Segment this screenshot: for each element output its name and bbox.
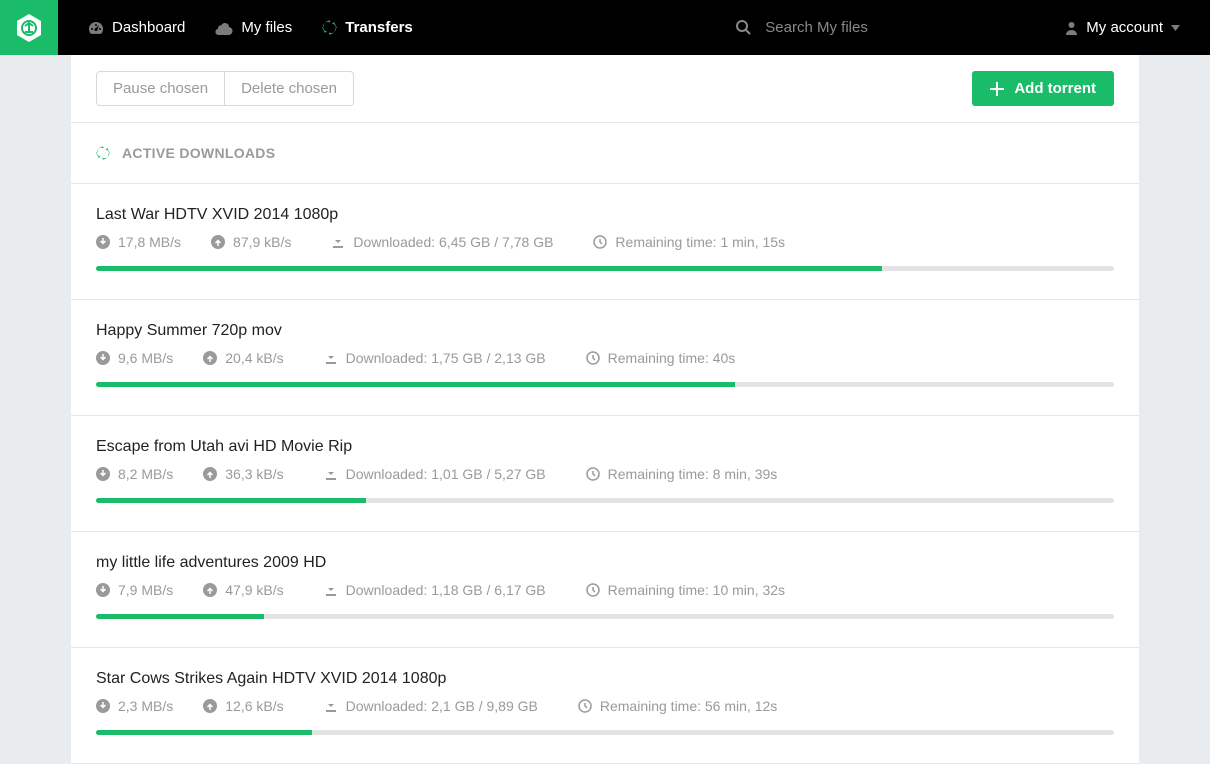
download-item[interactable]: Star Cows Strikes Again HDTV XVID 2014 1… — [71, 648, 1139, 764]
nav-transfers[interactable]: Transfers — [322, 19, 413, 36]
download-icon — [324, 699, 338, 713]
progress-track — [96, 730, 1114, 735]
download-title: Star Cows Strikes Again HDTV XVID 2014 1… — [96, 670, 1114, 688]
progress-track — [96, 498, 1114, 503]
section-title: ACTIVE DOWNLOADS — [122, 145, 275, 161]
downloaded-amount: Downloaded: 6,45 GB / 7,78 GB — [353, 234, 553, 250]
arrow-up-circle-icon — [203, 351, 217, 365]
search-input[interactable] — [765, 19, 985, 36]
arrow-up-circle-icon — [203, 699, 217, 713]
main-content: Pause chosen Delete chosen Add torrent A… — [71, 55, 1139, 764]
refresh-icon — [96, 146, 110, 160]
download-meta: 7,9 MB/s 47,9 kB/s Downloaded: 1,18 GB / 6… — [96, 582, 1114, 598]
download-speed: 9,6 MB/s — [118, 350, 173, 366]
add-torrent-button[interactable]: Add torrent — [972, 71, 1114, 106]
downloaded-amount: Downloaded: 1,18 GB / 6,17 GB — [346, 582, 546, 598]
remaining-time: Remaining time: 10 min, 32s — [608, 582, 785, 598]
downloaded-amount: Downloaded: 1,01 GB / 5,27 GB — [346, 466, 546, 482]
download-icon — [324, 467, 338, 481]
progress-track — [96, 614, 1114, 619]
download-meta: 2,3 MB/s 12,6 kB/s Downloaded: 2,1 GB / 9,… — [96, 698, 1114, 714]
arrow-down-circle-icon — [96, 235, 110, 249]
upload-speed: 20,4 kB/s — [225, 350, 283, 366]
download-title: my little life adventures 2009 HD — [96, 554, 1114, 572]
arrow-down-circle-icon — [96, 467, 110, 481]
arrow-down-circle-icon — [96, 351, 110, 365]
progress-bar — [96, 498, 366, 503]
upload-speed: 47,9 kB/s — [225, 582, 283, 598]
download-item[interactable]: Happy Summer 720p mov 9,6 MB/s 20,4 kB/s Do… — [71, 300, 1139, 416]
upload-speed: 36,3 kB/s — [225, 466, 283, 482]
download-meta: 8,2 MB/s 36,3 kB/s Downloaded: 1,01 GB / 5… — [96, 466, 1114, 482]
upload-speed: 12,6 kB/s — [225, 698, 283, 714]
download-item[interactable]: my little life adventures 2009 HD 7,9 MB/… — [71, 532, 1139, 648]
clock-icon — [586, 467, 600, 481]
my-account-label: My account — [1086, 19, 1163, 36]
download-speed: 7,9 MB/s — [118, 582, 173, 598]
download-title: Happy Summer 720p mov — [96, 322, 1114, 340]
top-navigation: Dashboard My files Transfers My account — [0, 0, 1210, 55]
section-active-downloads: ACTIVE DOWNLOADS — [71, 123, 1139, 184]
arrow-down-circle-icon — [96, 699, 110, 713]
download-title: Escape from Utah avi HD Movie Rip — [96, 438, 1114, 456]
arrow-down-circle-icon — [96, 583, 110, 597]
app-logo[interactable] — [0, 0, 58, 55]
user-icon — [1065, 21, 1078, 35]
remaining-time: Remaining time: 1 min, 15s — [615, 234, 785, 250]
dashboard-icon — [88, 20, 104, 36]
download-speed: 2,3 MB/s — [118, 698, 173, 714]
download-icon — [331, 235, 345, 249]
remaining-time: Remaining time: 56 min, 12s — [600, 698, 777, 714]
search-icon[interactable] — [736, 20, 751, 35]
delete-chosen-button[interactable]: Delete chosen — [225, 71, 354, 106]
add-torrent-label: Add torrent — [1014, 80, 1096, 97]
nav-my-files[interactable]: My files — [215, 19, 292, 36]
nav-transfers-label: Transfers — [345, 19, 413, 36]
nav-my-files-label: My files — [241, 19, 292, 36]
plus-icon — [990, 82, 1004, 96]
download-meta: 9,6 MB/s 20,4 kB/s Downloaded: 1,75 GB / 2… — [96, 350, 1114, 366]
progress-bar — [96, 266, 882, 271]
upload-speed: 87,9 kB/s — [233, 234, 291, 250]
download-icon — [324, 583, 338, 597]
nav-dashboard-label: Dashboard — [112, 19, 185, 36]
arrow-up-circle-icon — [203, 467, 217, 481]
clock-icon — [586, 351, 600, 365]
progress-bar — [96, 730, 312, 735]
download-speed: 17,8 MB/s — [118, 234, 181, 250]
toolbar: Pause chosen Delete chosen Add torrent — [71, 55, 1139, 123]
download-title: Last War HDTV XVID 2014 1080p — [96, 206, 1114, 224]
remaining-time: Remaining time: 40s — [608, 350, 736, 366]
pause-chosen-button[interactable]: Pause chosen — [96, 71, 225, 106]
progress-bar — [96, 382, 735, 387]
my-account[interactable]: My account — [1065, 19, 1180, 36]
progress-bar — [96, 614, 264, 619]
cloud-icon — [215, 21, 233, 35]
download-item[interactable]: Escape from Utah avi HD Movie Rip 8,2 MB/… — [71, 416, 1139, 532]
progress-track — [96, 266, 1114, 271]
download-item[interactable]: Last War HDTV XVID 2014 1080p 17,8 MB/s 87… — [71, 184, 1139, 300]
download-icon — [324, 351, 338, 365]
download-speed: 8,2 MB/s — [118, 466, 173, 482]
arrow-up-circle-icon — [211, 235, 225, 249]
download-meta: 17,8 MB/s 87,9 kB/s Downloaded: 6,45 GB / … — [96, 234, 1114, 250]
downloaded-amount: Downloaded: 1,75 GB / 2,13 GB — [346, 350, 546, 366]
arrow-up-circle-icon — [203, 583, 217, 597]
downloaded-amount: Downloaded: 2,1 GB / 9,89 GB — [346, 698, 538, 714]
refresh-icon — [322, 20, 337, 35]
nav-dashboard[interactable]: Dashboard — [88, 19, 185, 36]
caret-down-icon — [1171, 25, 1180, 31]
remaining-time: Remaining time: 8 min, 39s — [608, 466, 778, 482]
progress-track — [96, 382, 1114, 387]
clock-icon — [578, 699, 592, 713]
clock-icon — [586, 583, 600, 597]
clock-icon — [593, 235, 607, 249]
